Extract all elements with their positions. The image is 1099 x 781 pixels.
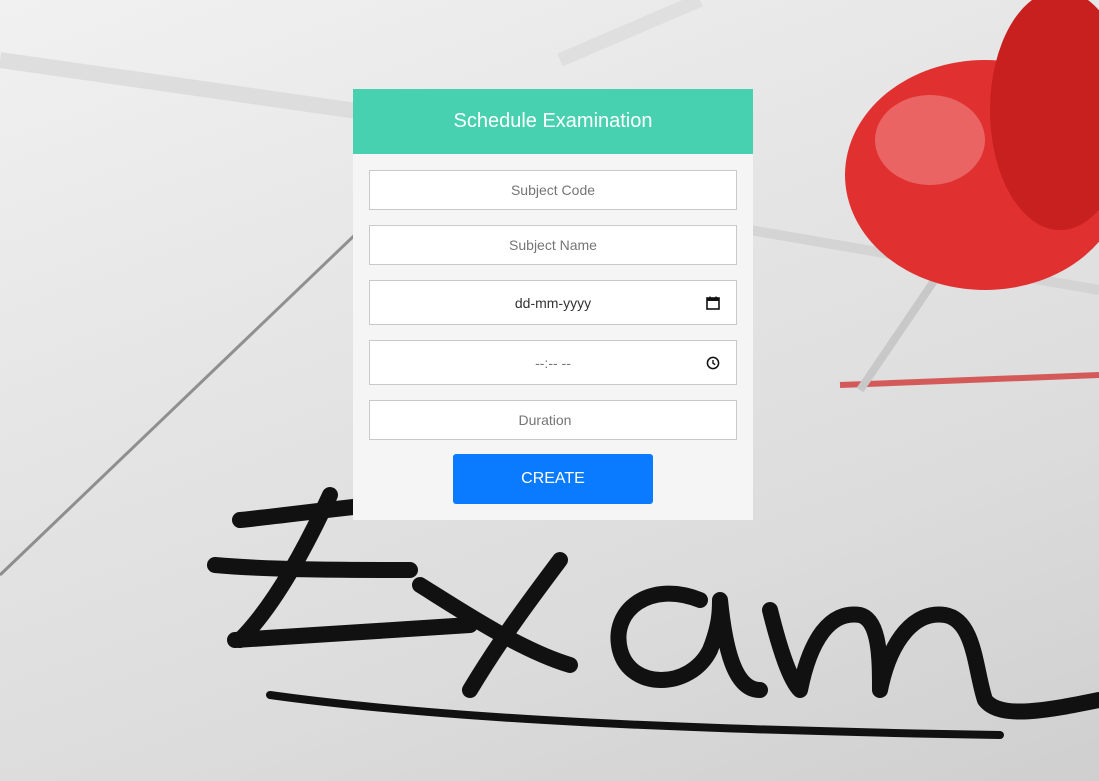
card-header: Schedule Examination (353, 89, 753, 154)
subject-code-placeholder: Subject Code (510, 182, 596, 198)
create-button[interactable]: CREATE (453, 454, 653, 504)
subject-code-input[interactable]: Subject Code (369, 170, 737, 210)
calendar-icon[interactable] (706, 296, 720, 310)
time-placeholder: --:-- -- (535, 354, 571, 371)
clock-icon[interactable] (706, 356, 720, 370)
schedule-exam-card: Schedule Examination Subject Code Subjec… (353, 89, 753, 520)
date-input[interactable]: dd-mm-yyyy (369, 280, 737, 325)
time-input[interactable]: --:-- -- (369, 340, 737, 385)
duration-input[interactable]: Duration (369, 400, 737, 440)
subject-name-placeholder: Subject Name (509, 237, 597, 253)
subject-name-input[interactable]: Subject Name (369, 225, 737, 265)
form-title: Schedule Examination (453, 110, 653, 132)
date-placeholder: dd-mm-yyyy (514, 294, 592, 311)
duration-placeholder: Duration (518, 412, 572, 428)
